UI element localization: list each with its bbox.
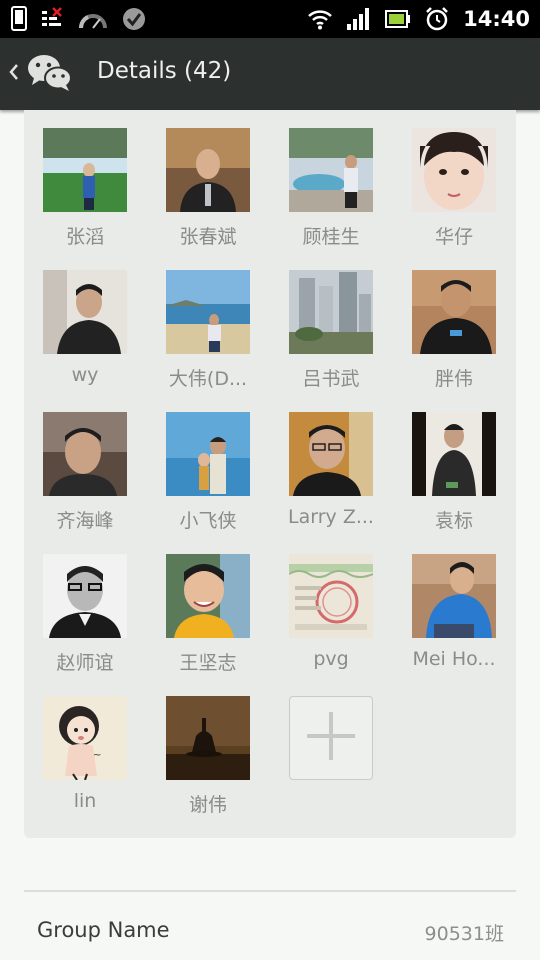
member-item[interactable]: 齐海峰 xyxy=(30,412,140,533)
member-name: 赵师谊 xyxy=(56,652,114,674)
member-name: 华仔 xyxy=(434,226,473,248)
member-avatar xyxy=(166,412,250,496)
member-name: 小飞侠 xyxy=(179,510,237,532)
wechat-icon xyxy=(26,52,74,96)
member-item[interactable]: 王坚志 xyxy=(153,554,263,675)
member-name: 袁标 xyxy=(434,510,473,532)
group-name-value: 90531班 xyxy=(424,923,504,945)
member-item[interactable]: 张春斌 xyxy=(153,128,263,249)
member-name: 齐海峰 xyxy=(56,510,114,532)
member-avatar xyxy=(166,554,250,638)
member-name: Mei Ho... xyxy=(412,648,496,670)
members-grid: 张滔 张春斌 顾桂生 华仔 wy 大伟(D... 吕书武 胖伟 齐海峰 小飞侠 … xyxy=(24,110,516,838)
member-item[interactable]: 大伟(D... xyxy=(153,270,263,391)
member-name: 大伟(D... xyxy=(168,368,248,390)
group-name-row[interactable]: Group Name 90531班 xyxy=(24,892,516,960)
member-item[interactable]: 顾桂生 xyxy=(276,128,386,249)
plus-icon xyxy=(303,708,359,768)
member-item[interactable]: ~ lin xyxy=(30,696,140,812)
member-avatar xyxy=(412,128,496,212)
member-item[interactable]: 胖伟 xyxy=(399,270,509,391)
check-badge-icon xyxy=(122,7,146,31)
member-avatar xyxy=(166,270,250,354)
member-item[interactable]: 赵师谊 xyxy=(30,554,140,675)
member-item[interactable]: Mei Ho... xyxy=(399,554,509,670)
member-avatar xyxy=(166,696,250,780)
member-avatar xyxy=(43,128,127,212)
member-item[interactable]: 华仔 xyxy=(399,128,509,249)
status-time: 14:40 xyxy=(463,7,530,31)
member-name: 张滔 xyxy=(65,226,104,248)
member-name: pvg xyxy=(313,648,349,670)
member-avatar xyxy=(412,412,496,496)
member-avatar xyxy=(289,412,373,496)
member-name: 王坚志 xyxy=(179,652,237,674)
member-avatar xyxy=(166,128,250,212)
member-name: 吕书武 xyxy=(302,368,360,390)
group-name-label: Group Name xyxy=(37,918,170,942)
member-item[interactable]: wy xyxy=(30,270,140,386)
page-title: Details (42) xyxy=(97,58,232,84)
member-item[interactable]: 小飞侠 xyxy=(153,412,263,533)
member-item[interactable]: 袁标 xyxy=(399,412,509,533)
member-avatar xyxy=(43,412,127,496)
member-item[interactable]: pvg xyxy=(276,554,386,670)
member-name: 胖伟 xyxy=(434,368,473,390)
member-avatar xyxy=(289,554,373,638)
status-bar: 14:40 xyxy=(0,0,540,38)
member-name: lin xyxy=(73,790,97,812)
member-name: 张春斌 xyxy=(179,226,237,248)
member-avatar xyxy=(43,554,127,638)
svg-text:~: ~ xyxy=(93,750,101,761)
battery-icon xyxy=(385,10,411,28)
speedometer-icon xyxy=(78,8,108,30)
member-item[interactable]: 谢伟 xyxy=(153,696,263,817)
member-item[interactable]: Larry Z... xyxy=(276,412,386,528)
alarm-icon xyxy=(425,7,449,31)
member-avatar xyxy=(43,270,127,354)
member-avatar xyxy=(412,554,496,638)
member-avatar xyxy=(412,270,496,354)
signal-icon xyxy=(347,8,371,30)
member-name: Larry Z... xyxy=(288,506,374,528)
member-item[interactable]: 张滔 xyxy=(30,128,140,249)
header-bar: Details (42) xyxy=(0,38,540,110)
member-avatar: ~ xyxy=(43,696,127,780)
chevron-left-icon xyxy=(6,60,20,88)
member-avatar xyxy=(289,128,373,212)
member-item[interactable]: 吕书武 xyxy=(276,270,386,391)
wifi-icon xyxy=(307,8,333,30)
member-name: wy xyxy=(71,364,99,386)
member-name: 谢伟 xyxy=(188,794,227,816)
member-avatar xyxy=(289,270,373,354)
member-name: 顾桂生 xyxy=(302,226,360,248)
sim-error-icon xyxy=(42,7,64,31)
back-button[interactable] xyxy=(6,52,86,96)
add-member-button[interactable] xyxy=(289,696,373,780)
phone-icon xyxy=(10,6,28,32)
